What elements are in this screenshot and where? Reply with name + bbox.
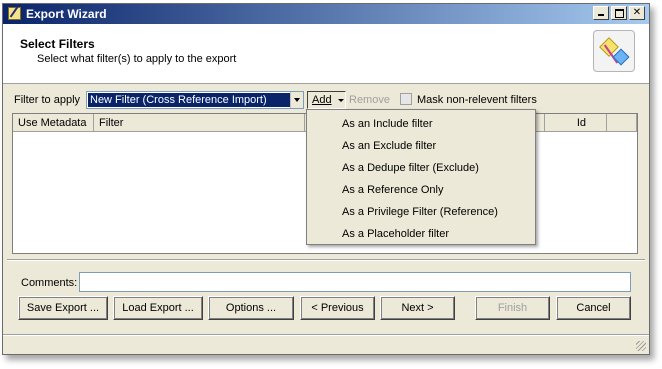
previous-button[interactable]: < Previous	[300, 296, 375, 320]
finish-button[interactable]: Finish	[475, 296, 550, 320]
selected-filter-value: New Filter (Cross Reference Import)	[88, 93, 291, 107]
filter-to-apply-select[interactable]: New Filter (Cross Reference Import)	[86, 91, 304, 109]
window-title: Export Wizard	[26, 7, 107, 21]
load-export-button[interactable]: Load Export ...	[113, 296, 203, 320]
chevron-down-icon[interactable]	[290, 92, 303, 108]
mask-non-relevant-label: Mask non-relevent filters	[417, 94, 537, 106]
page-subtitle: Select what filter(s) to apply to the ex…	[37, 53, 237, 65]
wizard-app-icon	[8, 7, 21, 20]
title-bar[interactable]: Export Wizard ✕	[3, 4, 649, 24]
filter-to-apply-label: Filter to apply	[14, 94, 81, 106]
add-button[interactable]: Add	[307, 91, 346, 109]
menu-item-dedupe-filter[interactable]: As a Dedupe filter (Exclude)	[307, 157, 535, 179]
wizard-header: Select Filters Select what filter(s) to …	[3, 24, 649, 84]
page-title: Select Filters	[20, 37, 95, 51]
save-export-button[interactable]: Save Export ...	[18, 296, 108, 320]
divider	[7, 259, 645, 261]
menu-item-placeholder-filter[interactable]: As a Placeholder filter	[307, 223, 535, 245]
add-filter-menu: As an Include filter As an Exclude filte…	[306, 109, 536, 245]
options-button[interactable]: Options ...	[208, 296, 294, 320]
close-button[interactable]: ✕	[629, 6, 645, 20]
next-button[interactable]: Next >	[380, 296, 455, 320]
filter-wizard-icon	[593, 30, 635, 72]
remove-button[interactable]: Remove	[349, 94, 390, 106]
menu-item-privilege-filter[interactable]: As a Privilege Filter (Reference)	[307, 201, 535, 223]
export-wizard-window: Export Wizard ✕ Select Filters Select wh…	[2, 3, 650, 355]
minimize-button[interactable]	[593, 6, 609, 20]
column-header-use-metadata[interactable]: Use Metadata	[13, 114, 94, 132]
column-header-filler	[607, 114, 637, 132]
status-divider	[3, 334, 649, 336]
add-button-label: Add	[312, 94, 332, 106]
menu-item-reference-only[interactable]: As a Reference Only	[307, 179, 535, 201]
menu-item-include-filter[interactable]: As an Include filter	[307, 113, 535, 135]
comments-field[interactable]	[79, 272, 631, 292]
menu-item-exclude-filter[interactable]: As an Exclude filter	[307, 135, 535, 157]
column-header-id[interactable]: Id	[545, 114, 607, 132]
mask-non-relevant-checkbox[interactable]	[400, 93, 412, 105]
close-icon: ✕	[632, 7, 642, 18]
maximize-button[interactable]	[611, 6, 627, 20]
resize-grip-icon[interactable]	[636, 341, 646, 351]
dropdown-arrow-icon	[338, 99, 344, 102]
cancel-button[interactable]: Cancel	[556, 296, 631, 320]
comments-label: Comments:	[21, 277, 78, 289]
column-header-filter[interactable]: Filter	[94, 114, 305, 132]
